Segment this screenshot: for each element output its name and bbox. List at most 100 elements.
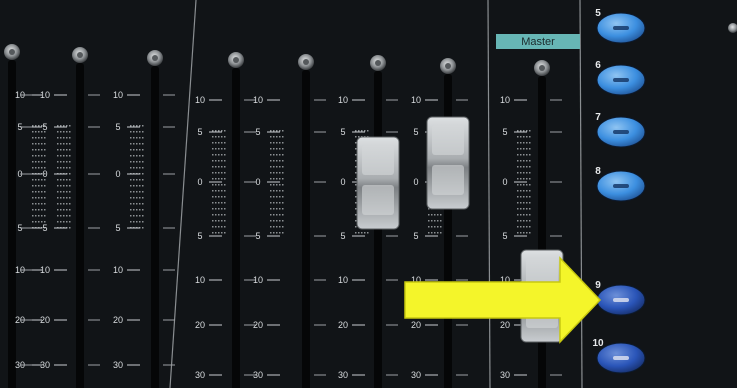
scale-dot (38, 149, 40, 151)
scale-dot (69, 215, 71, 217)
scale-dot (57, 143, 59, 145)
scale-dot (69, 227, 71, 229)
scale-dot (355, 136, 357, 138)
scale-dot (60, 209, 62, 211)
scale-dot (35, 203, 37, 205)
scale-dot (142, 191, 144, 193)
scale-dot (279, 196, 281, 198)
scale-dot (279, 166, 281, 168)
scale-dot (130, 137, 132, 139)
scale-dot (282, 154, 284, 156)
button-number: 6 (595, 60, 601, 71)
scale-dot (437, 226, 439, 228)
scale-dot (139, 179, 141, 181)
scale-dot (130, 203, 132, 205)
scale-dot (273, 172, 275, 174)
scale-dot (130, 131, 132, 133)
scale-dot (282, 172, 284, 174)
scale-dot (520, 130, 522, 132)
fader-slot (302, 70, 310, 388)
scale-dot (355, 214, 357, 216)
scale-dot (215, 214, 217, 216)
scale-dot (215, 226, 217, 228)
scale-dot (139, 131, 141, 133)
scale-dot (212, 226, 214, 228)
scale-dot (529, 196, 531, 198)
scale-dot (60, 179, 62, 181)
scale-dot (35, 155, 37, 157)
scale-dot (529, 232, 531, 234)
scale-dot (32, 197, 34, 199)
scale-dot (142, 221, 144, 223)
scale-dot (221, 142, 223, 144)
scale-dot (57, 197, 59, 199)
scale-dot (440, 214, 442, 216)
scale-dot (517, 226, 519, 228)
scale-dot (41, 137, 43, 139)
scale-dot (276, 232, 278, 234)
scale-dot (520, 148, 522, 150)
scale-label: 10 (411, 95, 421, 105)
scale-label: 5 (42, 122, 47, 132)
scale-dot (520, 196, 522, 198)
scale-dot (66, 155, 68, 157)
scale-dot (63, 209, 65, 211)
scale-dot (221, 130, 223, 132)
scale-dot (218, 214, 220, 216)
scale-dot (526, 148, 528, 150)
scale-dot (35, 215, 37, 217)
scale-dot (41, 143, 43, 145)
scale-dot (142, 155, 144, 157)
scale-dot (133, 125, 135, 127)
scale-dot (136, 149, 138, 151)
scale-dot (279, 178, 281, 180)
scale-dot (526, 196, 528, 198)
scale-dot (63, 125, 65, 127)
scale-dot (136, 125, 138, 127)
scale-label: 0 (42, 169, 47, 179)
scale-label: 5 (413, 127, 418, 137)
scale-dot (142, 197, 144, 199)
button-led (613, 26, 629, 30)
scale-dot (38, 203, 40, 205)
scale-dot (358, 130, 360, 132)
scale-dot (221, 136, 223, 138)
scale-dot (212, 178, 214, 180)
scale-dot (41, 149, 43, 151)
scale-dot (130, 221, 132, 223)
scale-dot (520, 172, 522, 174)
scale-dot (282, 232, 284, 234)
scale-dot (66, 185, 68, 187)
scale-dot (282, 208, 284, 210)
scale-dot (139, 137, 141, 139)
scale-dot (355, 142, 357, 144)
scale-dot (32, 167, 34, 169)
scale-dot (139, 221, 141, 223)
scale-dot (212, 130, 214, 132)
scale-dot (279, 202, 281, 204)
scale-dot (279, 184, 281, 186)
scale-dot (218, 202, 220, 204)
scale-dot (130, 149, 132, 151)
scale-label: 5 (42, 223, 47, 233)
scale-dot (434, 214, 436, 216)
scale-dot (526, 130, 528, 132)
scale-dot (517, 184, 519, 186)
scale-label: 10 (40, 265, 50, 275)
scale-dot (529, 160, 531, 162)
scale-dot (355, 232, 357, 234)
scale-dot (279, 190, 281, 192)
scale-dot (130, 143, 132, 145)
scale-dot (520, 190, 522, 192)
scale-dot (517, 172, 519, 174)
scale-dot (136, 137, 138, 139)
scale-dot (57, 203, 59, 205)
scale-dot (60, 149, 62, 151)
scale-dot (69, 203, 71, 205)
scale-dot (133, 215, 135, 217)
scale-label: 0 (502, 177, 507, 187)
scale-dot (44, 191, 46, 193)
scale-dot (270, 214, 272, 216)
scale-dot (279, 208, 281, 210)
scale-dot (428, 232, 430, 234)
